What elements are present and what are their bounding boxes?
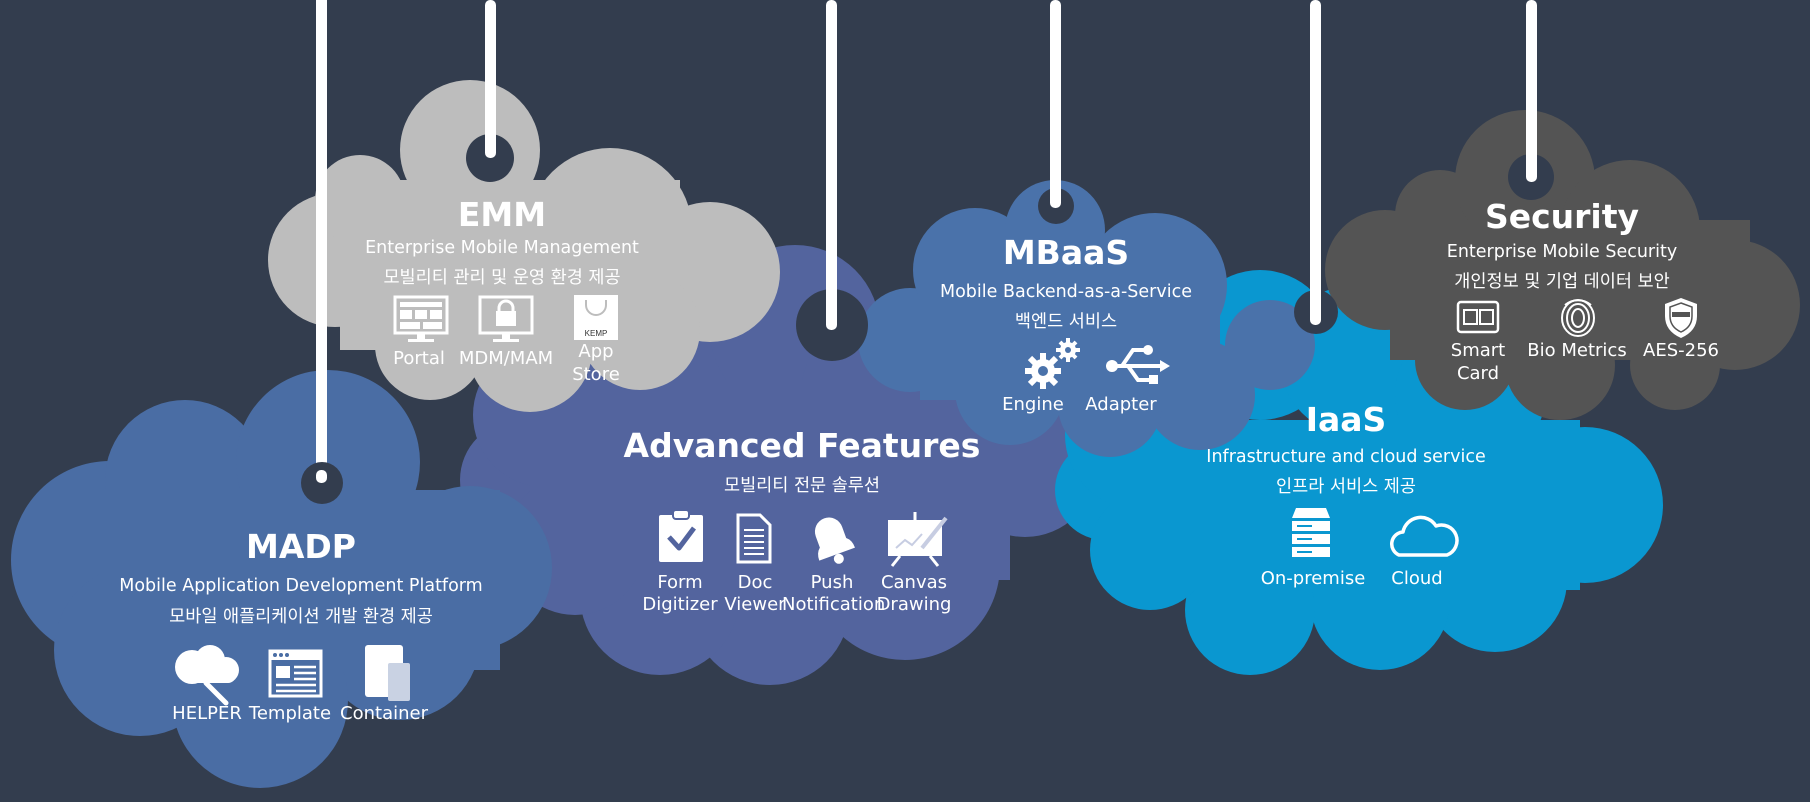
advanced-form-label: Form xyxy=(657,572,703,593)
advanced-drawing-label: Drawing xyxy=(876,594,952,615)
emm-subtitle-en: Enterprise Mobile Management xyxy=(365,238,639,258)
advanced-digitizer-label: Digitizer xyxy=(642,594,718,615)
emm-title: EMM xyxy=(457,195,547,234)
iaas-subtitle-ko: 인프라 서비스 제공 xyxy=(1276,477,1416,497)
mbaas-title: MBaaS xyxy=(1002,233,1130,272)
mbaas-subtitle-en: Mobile Backend-as-a-Service xyxy=(940,282,1192,302)
security-card-label: Card xyxy=(1456,363,1500,384)
security-smart-label: Smart xyxy=(1450,340,1506,361)
security-aes-label: AES-256 xyxy=(1643,340,1719,361)
app-store-bag-icon: KEMP xyxy=(574,295,618,340)
iaas-title: IaaS xyxy=(1305,400,1387,439)
iaas-cloud-label: Cloud xyxy=(1391,568,1443,589)
advanced-notification-label: Notification xyxy=(782,594,886,615)
string-advanced xyxy=(796,0,868,361)
svg-text:KEMP: KEMP xyxy=(585,329,608,338)
iaas-on-premise-label: On-premise xyxy=(1260,568,1366,589)
security-subtitle-en: Enterprise Mobile Security xyxy=(1446,242,1678,262)
madp-subtitle-ko: 모바일 애플리케이션 개발 환경 제공 xyxy=(169,607,433,627)
cloud-diagram-canvas: KEMP xyxy=(11,0,1800,788)
emm-mdm-mam-label: MDM/MAM xyxy=(458,348,554,369)
string-security xyxy=(1508,0,1554,200)
mbaas-subtitle-ko: 백엔드 서비스 xyxy=(1014,312,1118,332)
mbaas-adapter-label: Adapter xyxy=(1085,394,1157,415)
mbaas-engine-label: Engine xyxy=(1002,394,1064,415)
advanced-subtitle-ko: 모빌리티 전문 솔루션 xyxy=(723,476,881,496)
clipboard-check-icon xyxy=(659,509,703,562)
security-bio-metrics-label: Bio Metrics xyxy=(1527,340,1627,361)
madp-title: MADP xyxy=(246,527,356,566)
iaas-subtitle-en: Infrastructure and cloud service xyxy=(1206,447,1486,467)
emm-subtitle-ko: 모빌리티 관리 및 운영 환경 제공 xyxy=(383,268,621,288)
emm-app-label: App xyxy=(578,341,614,362)
advanced-title: Advanced Features xyxy=(623,426,981,465)
security-title: Security xyxy=(1484,197,1640,236)
emm-portal-label: Portal xyxy=(393,348,445,369)
madp-subtitle-en: Mobile Application Development Platform xyxy=(119,576,483,596)
advanced-canvas-label: Canvas xyxy=(880,572,948,593)
madp-template-label: Template xyxy=(248,703,332,724)
security-subtitle-ko: 개인정보 및 기업 데이터 보안 xyxy=(1454,272,1670,292)
advanced-push-label: Push xyxy=(810,572,854,593)
emm-store-label: Store xyxy=(572,364,620,385)
madp-container-label: Container xyxy=(340,703,428,724)
